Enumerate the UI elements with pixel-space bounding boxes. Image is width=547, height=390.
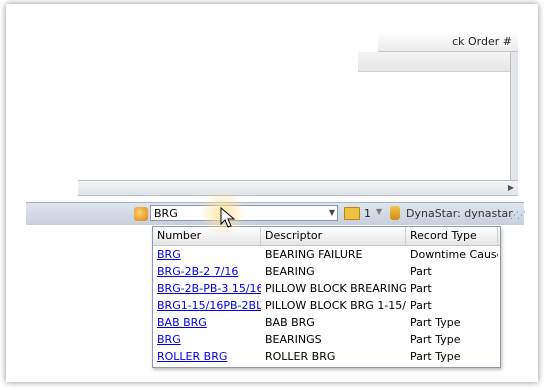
row-number-link[interactable]: BRG-2B-PB-3 15/16	[153, 280, 261, 297]
count-chevron-down-icon[interactable]: ▼	[376, 207, 382, 216]
table-row[interactable]: BAB BRG BAB BRG Part Type	[153, 314, 500, 331]
row-record-type: Part Type	[410, 333, 461, 346]
header-descriptor[interactable]: Descriptor	[261, 227, 406, 245]
row-number-link[interactable]: ROLLER BRG	[153, 348, 261, 365]
search-icon	[134, 207, 148, 221]
folder-icon[interactable]	[344, 207, 360, 220]
row-record-type: Part	[410, 282, 432, 295]
row-number-link[interactable]: BRG-2B-2 7/16	[153, 263, 261, 280]
search-input[interactable]	[150, 205, 338, 221]
mouse-cursor-icon	[220, 207, 236, 228]
row-descriptor: BAB BRG	[265, 316, 315, 329]
row-descriptor: PILLOW BLOCK BREARING	[265, 282, 406, 295]
status-bar: ▼ 1 ▼ DynaStar: dynastar ⋰⋰	[26, 202, 526, 225]
screenshot-frame: ck Order # ▶ ▼ 1 ▼ DynaStar: dynastar ⋰⋰…	[6, 4, 538, 382]
dropdown-rows: BRG BEARING FAILURE Downtime Cause BRG-2B-…	[153, 246, 500, 365]
dropdown-header: Number Descriptor Record Type	[153, 227, 500, 246]
record-count: 1	[364, 207, 371, 220]
row-record-type: Part	[410, 265, 432, 278]
resize-grip-icon[interactable]: ⋰⋰	[510, 211, 526, 221]
row-number-link[interactable]: BAB BRG	[153, 314, 261, 331]
vertical-scrollbar[interactable]	[510, 52, 518, 192]
app-window: ck Order # ▶	[18, 4, 528, 214]
row-descriptor: PILLOW BLOCK BRG 1-15/16	[265, 299, 406, 312]
table-row[interactable]: BRG1-15/16PB-2BLT PILLOW BLOCK BRG 1-15/1…	[153, 297, 500, 314]
row-record-type: Downtime Cause	[410, 248, 498, 261]
row-descriptor: BEARING FAILURE	[265, 248, 363, 261]
horizontal-scrollbar[interactable]: ▶	[78, 180, 518, 196]
row-record-type: Part Type	[410, 350, 461, 363]
row-record-type: Part	[410, 299, 432, 312]
user-label: DynaStar: dynastar	[406, 207, 513, 220]
search-results-dropdown: Number Descriptor Record Type BRG BEARING…	[152, 226, 501, 368]
table-row[interactable]: BRG BEARING FAILURE Downtime Cause	[153, 246, 500, 263]
chevron-down-icon[interactable]: ▼	[326, 206, 338, 220]
table-row[interactable]: BRG BEARINGS Part Type	[153, 331, 500, 348]
table-row[interactable]: BRG-2B-PB-3 15/16 PILLOW BLOCK BREARING Pa…	[153, 280, 500, 297]
row-record-type: Part Type	[410, 316, 461, 329]
row-number-link[interactable]: BRG1-15/16PB-2BLT	[153, 297, 261, 314]
row-number-link[interactable]: BRG	[153, 246, 261, 263]
row-descriptor: BEARINGS	[265, 333, 322, 346]
header-number[interactable]: Number	[153, 227, 261, 245]
row-descriptor: ROLLER BRG	[265, 350, 336, 363]
row-descriptor: BEARING	[265, 265, 315, 278]
grid-header-row	[358, 52, 518, 72]
header-record-type[interactable]: Record Type	[406, 227, 498, 245]
scroll-right-icon[interactable]: ▶	[506, 182, 516, 194]
table-row[interactable]: BRG-2B-2 7/16 BEARING Part	[153, 263, 500, 280]
row-number-link[interactable]: BRG	[153, 331, 261, 348]
table-row[interactable]: ROLLER BRG ROLLER BRG Part Type	[153, 348, 500, 365]
database-icon	[390, 206, 400, 220]
grid-column-header[interactable]: ck Order #	[378, 32, 518, 52]
